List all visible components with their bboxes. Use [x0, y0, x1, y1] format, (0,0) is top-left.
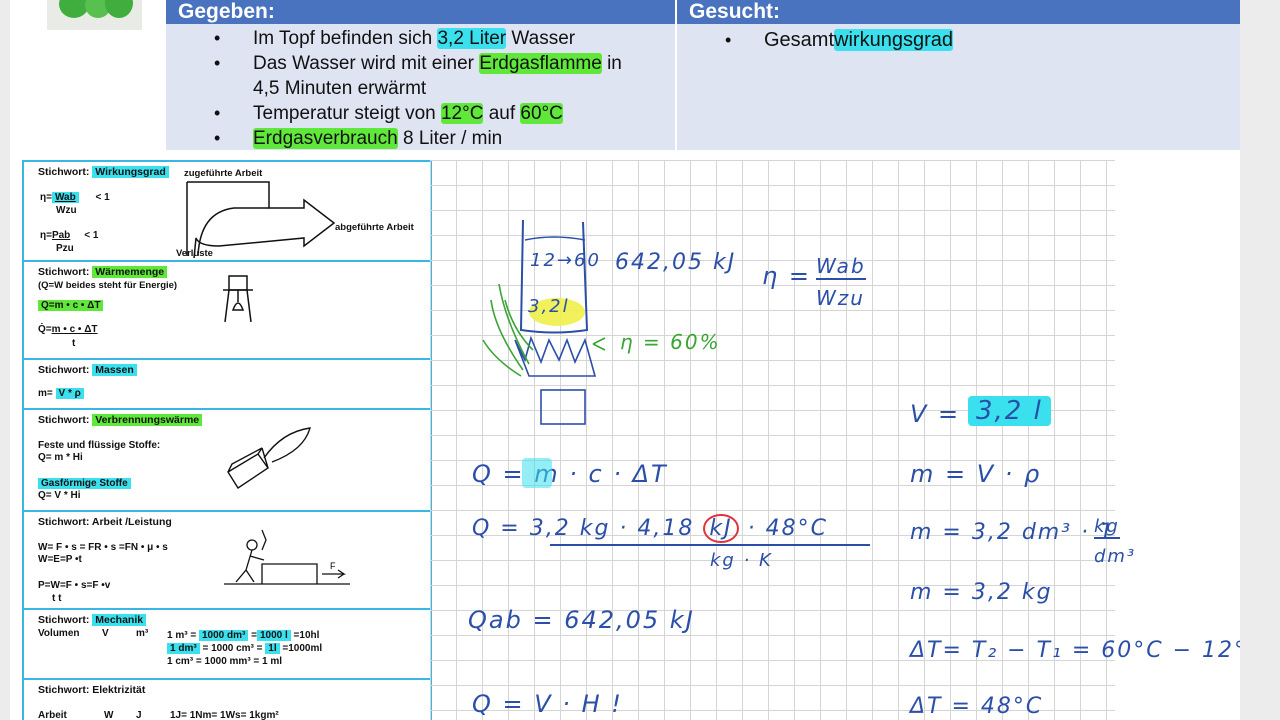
- force-label: F: [330, 561, 336, 571]
- hw-heat-result: Qab = 642,05 kJ: [468, 606, 695, 634]
- card-efficiency: Stichwort: Wirkungsgrad η= Wab < 1 Wzu η=…: [22, 160, 432, 262]
- energy-flow-diagram: [186, 181, 336, 258]
- eta-formula-1: η= Wab < 1: [40, 192, 110, 203]
- heat-rate-denominator: t: [72, 338, 76, 349]
- card-title: Stichwort: Elektrizität: [38, 684, 146, 696]
- burner-icon: [223, 275, 253, 323]
- formula-cards: Stichwort: Wirkungsgrad η= Wab < 1 Wzu η=…: [22, 160, 432, 720]
- sought-item: Gesamtwirkungsgrad: [677, 28, 1240, 53]
- hw-eta-label: η =: [762, 262, 811, 290]
- hw-mass-formula: m = V · ρ: [910, 460, 1042, 488]
- given-item: Das Wasser wird mit einer Erdgasflamme i…: [166, 51, 675, 76]
- hw-density-numerator: kg: [1094, 516, 1120, 539]
- burning-lighter-icon: [227, 427, 311, 489]
- given-cell: Im Topf befinden sich 3,2 Liter Wasser D…: [166, 24, 675, 151]
- card-mechanics: Stichwort: Mechanik Volumen V m³ 1 m³ = …: [22, 608, 432, 680]
- card-title: Stichwort: Arbeit /Leistung: [38, 516, 172, 528]
- card-work-power: Stichwort: Arbeit /Leistung W= F • s = F…: [22, 510, 432, 610]
- hw-heat-calculation: Q = 3,2 kg · 4,18 kJ · 48°C: [472, 514, 828, 543]
- eta-formula-2: η=Pab < 1: [40, 230, 99, 241]
- hw-heat-formula: Q = m · c · ΔT: [472, 460, 668, 488]
- given-item: Temperatur steigt von 12°C auf 60°C: [166, 101, 675, 126]
- work-unit: J: [136, 710, 142, 720]
- card-mass: Stichwort: Massen m= V * ρ: [22, 358, 432, 410]
- hw-pot-temperature: 12→60: [530, 250, 601, 271]
- volume-conversion-2: 1 dm³ = 1000 cm³ = 1l =1000ml: [167, 643, 322, 654]
- card-title: Stichwort: Wärmemenge: [38, 266, 168, 278]
- gaseous-label: Gasförmige Stoffe: [38, 478, 131, 489]
- power-denominators: t t: [52, 593, 62, 604]
- given-header: Gegeben:: [166, 0, 675, 24]
- card-note: (Q=W beides steht für Energie): [38, 280, 178, 291]
- gaseous-formula: Q= V * Hi: [38, 490, 81, 501]
- hw-eta-denominator: Wzu: [816, 286, 865, 310]
- solid-liquid-label: Feste und flüssige Stoffe:: [38, 440, 161, 451]
- given-item: Im Topf befinden sich 3,2 Liter Wasser: [166, 26, 675, 51]
- volume-conversion-1: 1 m³ = 1000 dm³ = 1000 l =10hl: [167, 630, 320, 641]
- card-title: Stichwort: Massen: [38, 364, 137, 376]
- volume-symbol: V: [102, 628, 109, 639]
- hw-pot-volume: 3,2l: [528, 296, 570, 317]
- hw-heat-denominator: kg · K: [710, 550, 773, 571]
- work-formula: W= F • s = FR • s =FN • μ • s: [38, 542, 168, 553]
- heat-formula: Q=m • c • ΔT: [38, 300, 104, 311]
- volume-conversion-3: 1 cm³ = 1000 mm³ = 1 ml: [167, 656, 283, 667]
- hw-delta-t-result: ΔT = 48°C: [910, 694, 1044, 719]
- document-page: Gegeben: Gesucht: Im Topf befinden sich …: [10, 0, 1240, 720]
- sought-cell: Gesamtwirkungsgrad: [676, 24, 1240, 150]
- pushing-box-icon: F: [224, 529, 350, 585]
- card-combustion-heat: Stichwort: Verbrennungswärme Feste und f…: [22, 408, 432, 512]
- output-work-label: abgeführte Arbeit: [335, 222, 414, 233]
- hw-fraction-line: [550, 544, 870, 546]
- energy-formula: W=E=P •t: [38, 554, 82, 565]
- mass-formula: m= V * ρ: [38, 388, 84, 399]
- joule-conversion: 1J= 1Nm= 1Ws= 1kgm²: [170, 710, 279, 720]
- eta-denominator-2: Pzu: [56, 243, 74, 254]
- hw-mass-calculation: m = 3,2 dm³ · 1: [910, 520, 1116, 545]
- power-formula: P=W=F • s=F •v: [38, 580, 111, 591]
- eta-denominator-1: Wzu: [56, 205, 77, 216]
- hw-energy-result: 642,05 kJ: [615, 250, 737, 275]
- hw-highlight-mass: [522, 458, 552, 488]
- work-symbol: W: [104, 710, 114, 720]
- hw-volume-value: 3,2 l: [968, 396, 1051, 426]
- card-title: Stichwort: Wirkungsgrad: [38, 166, 169, 178]
- heat-rate-formula: Q̇=m • c • ΔT: [38, 324, 98, 335]
- volume-unit: m³: [136, 628, 149, 639]
- hw-delta-t-formula: ΔT= T₂ − T₁ = 60°C − 12°C: [910, 638, 1240, 663]
- hw-efficiency-value: η = 60%: [620, 330, 721, 354]
- card-electricity: Stichwort: Elektrizität Arbeit W J 1J= 1…: [22, 678, 432, 720]
- volume-label: Volumen: [38, 628, 80, 639]
- hw-eta-numerator: Wab: [816, 254, 866, 280]
- given-item: Erdgasverbrauch 8 Liter / min: [166, 126, 675, 151]
- hw-volume-label: V =: [910, 400, 961, 428]
- given-list: Im Topf befinden sich 3,2 Liter Wasser D…: [166, 26, 675, 151]
- card-title: Stichwort: Verbrennungswärme: [38, 414, 203, 426]
- solid-liquid-formula: Q= m * Hi: [38, 452, 83, 463]
- hw-gas-heat-formula: Q = V · H !: [472, 690, 623, 718]
- work-label: Arbeit: [38, 710, 67, 720]
- given-item-continuation: 4,5 Minuten erwärmt: [253, 78, 427, 99]
- card-title: Stichwort: Mechanik: [38, 614, 147, 626]
- sought-header: Gesucht:: [676, 0, 1240, 24]
- sought-list: Gesamtwirkungsgrad: [677, 28, 1240, 53]
- video-thumbnail: [47, 0, 142, 30]
- given-sought-table: Gegeben: Gesucht: Im Topf befinden sich …: [166, 0, 1240, 151]
- hw-mass-result: m = 3,2 kg: [910, 580, 1053, 605]
- card-heat: Stichwort: Wärmemenge (Q=W beides steht …: [22, 260, 432, 360]
- hw-density-denominator: dm³: [1094, 546, 1137, 567]
